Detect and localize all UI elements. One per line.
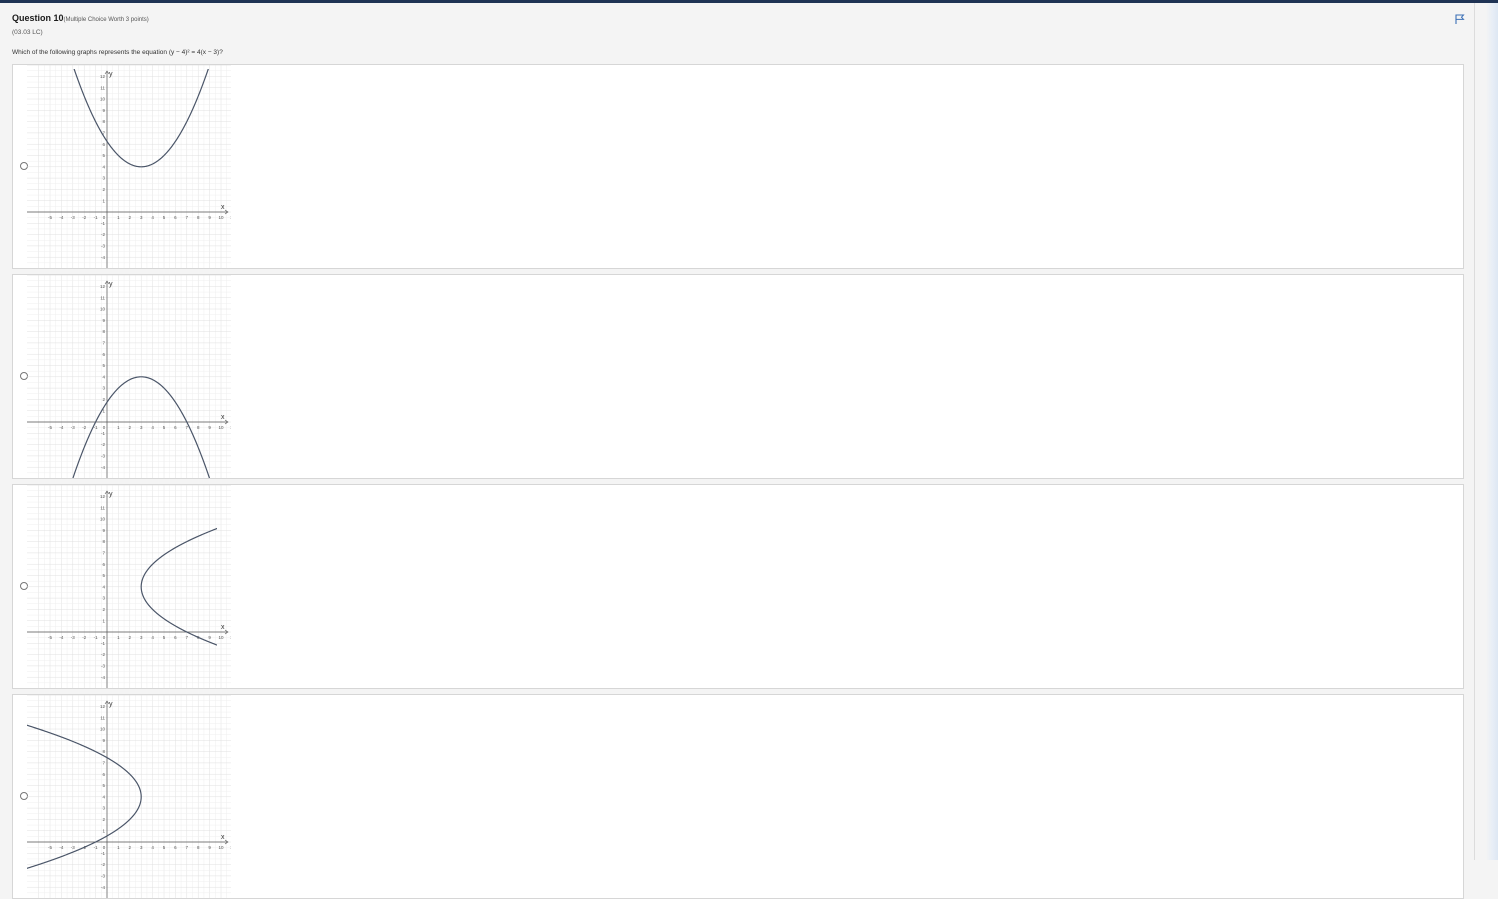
x-tick-label: -3 <box>71 635 75 640</box>
x-tick-label: 11 <box>230 845 231 850</box>
y-tick-label: 12 <box>100 74 106 79</box>
x-tick-label: -3 <box>71 215 75 220</box>
question-title: Question 10(Multiple Choice Worth 3 poin… <box>12 13 149 23</box>
graph-option-c: xy-5-4-3-2-10123456789101112111098765432… <box>27 485 231 688</box>
graph-option-a: xy-5-4-3-2-10123456789101112111098765432… <box>27 65 231 268</box>
x-tick-label: -2 <box>82 215 86 220</box>
x-tick-label: 11 <box>230 215 231 220</box>
y-axis-label: y <box>109 701 113 708</box>
question-code: (03.03 LC) <box>12 29 43 36</box>
y-tick-label: -1 <box>101 221 105 226</box>
y-axis-label: y <box>109 71 113 78</box>
x-tick-label: -4 <box>59 635 63 640</box>
y-tick-label: 10 <box>100 517 106 522</box>
y-tick-label: -2 <box>101 862 105 867</box>
x-tick-label: -4 <box>59 425 63 430</box>
x-axis-label: x <box>221 414 225 421</box>
x-tick-label: -1 <box>94 845 98 850</box>
y-tick-label: 12 <box>100 704 106 709</box>
y-tick-label: 10 <box>100 307 106 312</box>
x-tick-label: -3 <box>71 425 75 430</box>
answer-option-d[interactable]: xy-5-4-3-2-10123456789101112111098765432… <box>12 694 1464 899</box>
graph-option-d: xy-5-4-3-2-10123456789101112111098765432… <box>27 695 231 898</box>
x-tick-label: -4 <box>59 845 63 850</box>
top-bar <box>0 0 1498 3</box>
answer-option-c[interactable]: xy-5-4-3-2-10123456789101112111098765432… <box>12 484 1464 689</box>
x-tick-label: -5 <box>48 845 52 850</box>
x-axis-label: x <box>221 624 225 631</box>
y-tick-label: 12 <box>100 494 106 499</box>
y-tick-label: 11 <box>100 85 105 90</box>
answer-option-b[interactable]: xy-5-4-3-2-10123456789101112111098765432… <box>12 274 1464 479</box>
y-tick-label: 11 <box>100 715 105 720</box>
x-tick-label: -5 <box>48 635 52 640</box>
y-tick-label: -4 <box>101 255 105 260</box>
x-tick-label: -5 <box>48 215 52 220</box>
y-tick-label: 10 <box>100 727 106 732</box>
y-tick-label: -2 <box>101 442 105 447</box>
graph-option-b: xy-5-4-3-2-10123456789101112111098765432… <box>27 275 231 478</box>
question-number: Question 10 <box>12 13 64 23</box>
x-tick-label: -2 <box>82 635 86 640</box>
y-tick-label: -4 <box>101 465 105 470</box>
answer-option-a[interactable]: xy-5-4-3-2-10123456789101112111098765432… <box>12 64 1464 269</box>
x-tick-label: -1 <box>94 215 98 220</box>
y-tick-label: -1 <box>101 851 105 856</box>
scrollbar-track[interactable] <box>1486 3 1498 860</box>
y-axis-label: y <box>109 281 113 288</box>
y-tick-label: -3 <box>101 454 105 459</box>
x-tick-label: -4 <box>59 215 63 220</box>
x-tick-label: -1 <box>94 635 98 640</box>
y-tick-label: 10 <box>100 97 106 102</box>
x-tick-label: -2 <box>82 425 86 430</box>
y-tick-label: -3 <box>101 664 105 669</box>
y-tick-label: -4 <box>101 675 105 680</box>
y-tick-label: 11 <box>100 295 105 300</box>
y-tick-label: -1 <box>101 431 105 436</box>
question-worth: (Multiple Choice Worth 3 points) <box>63 17 149 23</box>
y-tick-label: -3 <box>101 874 105 879</box>
x-tick-label: 10 <box>218 425 224 430</box>
x-tick-label: 10 <box>218 635 224 640</box>
x-axis-label: x <box>221 834 225 841</box>
question-prompt: Which of the following graphs represents… <box>12 49 223 56</box>
y-tick-label: 11 <box>100 505 105 510</box>
x-tick-label: -3 <box>71 845 75 850</box>
y-tick-label: -2 <box>101 232 105 237</box>
y-tick-label: -3 <box>101 244 105 249</box>
flag-icon[interactable] <box>1454 12 1466 24</box>
x-tick-label: 11 <box>230 635 231 640</box>
y-axis-label: y <box>109 491 113 498</box>
y-tick-label: -1 <box>101 641 105 646</box>
x-tick-label: 11 <box>230 425 231 430</box>
x-axis-label: x <box>221 204 225 211</box>
y-tick-label: 12 <box>100 284 106 289</box>
x-tick-label: 10 <box>218 845 224 850</box>
y-tick-label: -4 <box>101 885 105 890</box>
content-border <box>1474 3 1475 860</box>
x-tick-label: -5 <box>48 425 52 430</box>
y-tick-label: -2 <box>101 652 105 657</box>
x-tick-label: 10 <box>218 215 224 220</box>
